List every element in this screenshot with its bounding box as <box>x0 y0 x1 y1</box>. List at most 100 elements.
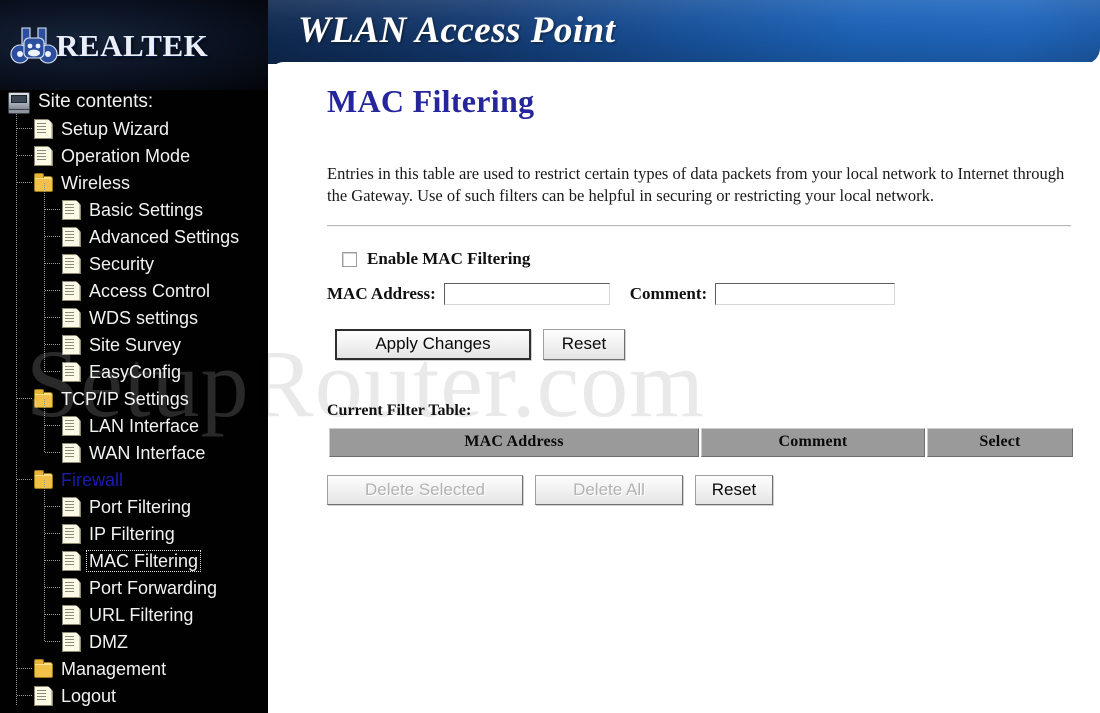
document-icon <box>62 550 81 571</box>
enable-mac-filtering-checkbox[interactable] <box>342 251 357 267</box>
sidebar-item-dmz[interactable]: DMZ <box>0 628 268 655</box>
sidebar-item-label: MAC Filtering <box>85 549 202 572</box>
enable-mac-filtering-label: Enable MAC Filtering <box>367 249 531 269</box>
document-icon <box>62 280 81 301</box>
sidebar-root-label: Site contents: <box>38 91 154 112</box>
table-header-row: MAC Address Comment Select <box>329 427 1073 457</box>
folder-icon <box>34 658 53 678</box>
tree-connector <box>17 398 33 399</box>
tree-connector <box>45 344 61 345</box>
tree-connector <box>45 425 61 426</box>
sidebar-item-firewall[interactable]: Firewall <box>0 466 268 493</box>
sidebar-item-easyconfig[interactable]: EasyConfig <box>0 358 268 385</box>
document-icon <box>62 415 81 436</box>
document-icon <box>62 307 81 328</box>
sidebar-item-site-survey[interactable]: Site Survey <box>0 331 268 358</box>
sidebar-item-label: Port Forwarding <box>89 577 218 598</box>
tree-connector <box>45 587 61 588</box>
sidebar-item-label: URL Filtering <box>89 604 194 625</box>
section-divider <box>327 225 1071 228</box>
tree-connector <box>45 614 61 615</box>
document-icon <box>62 334 81 355</box>
mac-address-label: MAC Address: <box>327 284 436 304</box>
sidebar-item-label: TCP/IP Settings <box>61 388 189 409</box>
tree-connector <box>17 182 33 183</box>
sidebar-item-label: Basic Settings <box>89 199 204 220</box>
sidebar-item-label: LAN Interface <box>89 415 200 436</box>
sidebar-item-advanced-settings[interactable]: Advanced Settings <box>0 223 268 250</box>
site-tree: Site contents: Setup Wizard Operation Mode… <box>0 88 268 709</box>
tree-connector-branch <box>44 399 45 453</box>
column-header-select: Select <box>927 427 1073 457</box>
tree-connector <box>45 209 61 210</box>
sidebar-item-mac-filtering[interactable]: MAC Filtering <box>0 547 268 574</box>
sidebar-item-security[interactable]: Security <box>0 250 268 277</box>
sidebar-item-label: Access Control <box>89 280 211 301</box>
tree-connector <box>17 155 33 156</box>
sidebar-item-url-filtering[interactable]: URL Filtering <box>0 601 268 628</box>
sidebar-item-port-filtering[interactable]: Port Filtering <box>0 493 268 520</box>
document-icon <box>34 145 53 166</box>
document-icon <box>62 199 81 220</box>
reset-table-button[interactable]: Reset <box>695 474 773 506</box>
sidebar-item-label: Advanced Settings <box>89 226 240 247</box>
sidebar-item-label: WDS settings <box>89 307 199 328</box>
sidebar-item-label: Logout <box>61 685 117 706</box>
computer-icon <box>8 92 30 114</box>
document-icon <box>62 496 81 517</box>
document-icon <box>62 631 81 652</box>
sidebar-item-lan-interface[interactable]: LAN Interface <box>0 412 268 439</box>
sidebar-item-label: Operation Mode <box>61 145 191 166</box>
enable-mac-filtering-row: Enable MAC Filtering <box>327 249 1073 269</box>
sidebar-root: Site contents: <box>0 88 268 115</box>
tree-connector <box>45 506 61 507</box>
comment-input[interactable] <box>715 283 896 306</box>
sidebar-item-label: EasyConfig <box>89 361 182 382</box>
tree-connector <box>45 290 61 291</box>
mac-address-input[interactable] <box>443 283 610 306</box>
sidebar-item-wireless[interactable]: Wireless <box>0 169 268 196</box>
tree-connector-branch <box>44 480 45 642</box>
sidebar-item-wds-settings[interactable]: WDS settings <box>0 304 268 331</box>
realtek-mascot-icon <box>10 27 58 64</box>
sidebar-item-access-control[interactable]: Access Control <box>0 277 268 304</box>
sidebar-item-basic-settings[interactable]: Basic Settings <box>0 196 268 223</box>
sidebar-item-operation-mode[interactable]: Operation Mode <box>0 142 268 169</box>
sidebar-item-ip-filtering[interactable]: IP Filtering <box>0 520 268 547</box>
sidebar-item-setup-wizard[interactable]: Setup Wizard <box>0 115 268 142</box>
tree-connector <box>45 452 61 453</box>
brand-name: REALTEK <box>56 28 209 63</box>
sidebar-item-label: Wireless <box>61 172 131 193</box>
document-icon <box>62 604 81 625</box>
delete-all-button[interactable]: Delete All <box>535 474 683 506</box>
tree-connector <box>17 695 33 696</box>
sidebar-item-logout[interactable]: Logout <box>0 682 268 709</box>
sidebar-item-label: Firewall <box>61 469 124 490</box>
brand-logo: REALTEK <box>0 0 268 90</box>
column-header-mac-address: MAC Address <box>329 427 699 457</box>
column-header-comment: Comment <box>701 427 925 457</box>
sidebar-item-label: Security <box>89 253 155 274</box>
sidebar-item-management[interactable]: Management <box>0 655 268 682</box>
sidebar-item-tcp-ip-settings[interactable]: TCP/IP Settings <box>0 385 268 412</box>
comment-label: Comment: <box>629 284 708 304</box>
reset-form-button[interactable]: Reset <box>543 329 625 360</box>
document-icon <box>34 685 53 706</box>
page-title: MAC Filtering <box>327 83 535 119</box>
sidebar-item-label: Management <box>61 658 167 679</box>
current-filter-table: MAC Address Comment Select <box>327 427 1075 457</box>
sidebar-item-label: Site Survey <box>89 334 182 355</box>
sidebar-item-label: Setup Wizard <box>61 118 170 139</box>
tree-connector <box>45 317 61 318</box>
tree-connector <box>45 641 61 642</box>
sidebar-item-wan-interface[interactable]: WAN Interface <box>0 439 268 466</box>
sidebar-item-port-forwarding[interactable]: Port Forwarding <box>0 574 268 601</box>
tree-connector <box>17 479 33 480</box>
filter-entry-row: MAC Address: Comment: <box>327 281 1073 307</box>
delete-selected-button[interactable]: Delete Selected <box>327 474 523 506</box>
apply-changes-button[interactable]: Apply Changes <box>335 329 531 360</box>
sidebar-item-label: DMZ <box>89 631 128 652</box>
tree-connector <box>45 263 61 264</box>
tree-connector-trunk <box>16 110 17 706</box>
current-filter-table-label: Current Filter Table: <box>327 401 472 419</box>
